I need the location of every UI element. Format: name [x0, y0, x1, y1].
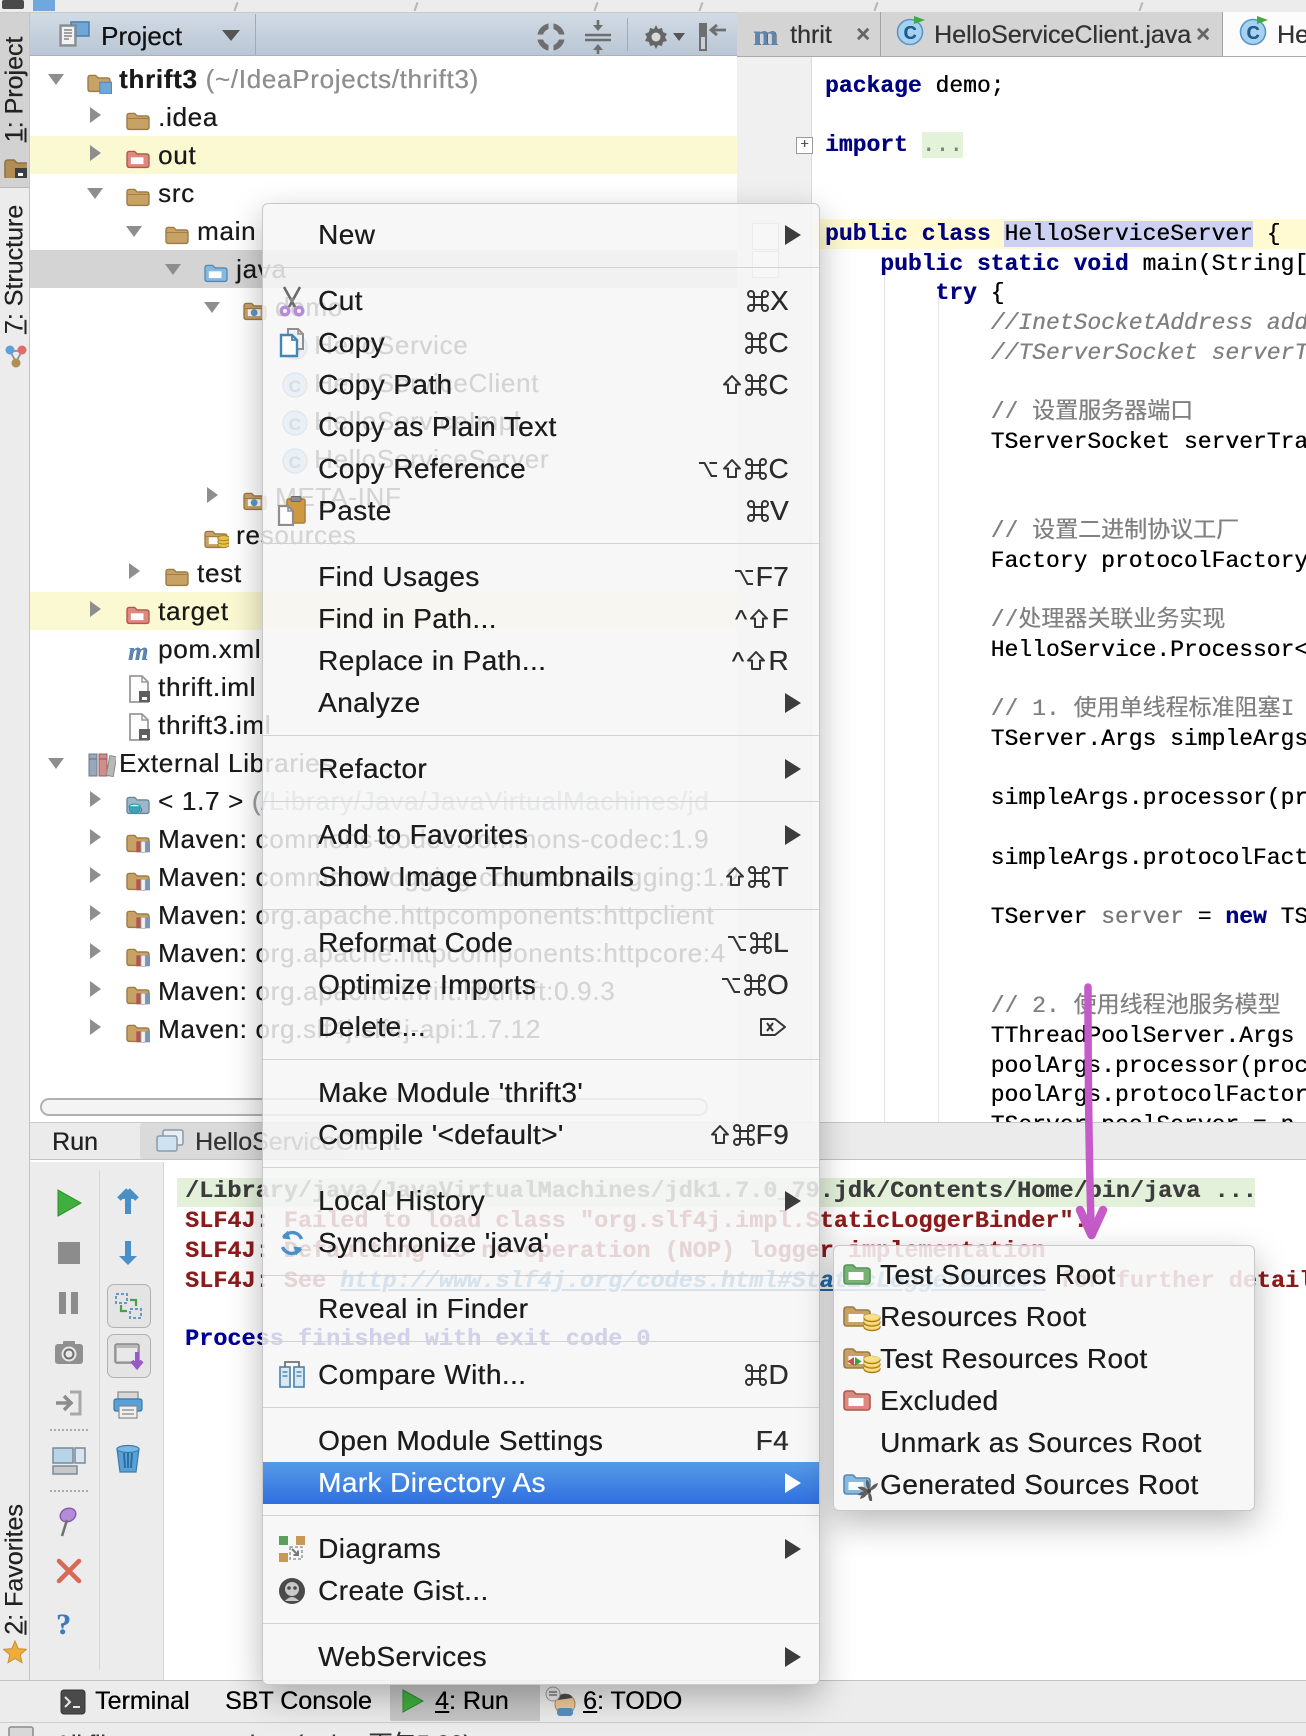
- svg-text:C: C: [1247, 23, 1260, 43]
- svg-text:C: C: [904, 23, 917, 43]
- svg-text:m: m: [128, 638, 149, 664]
- svg-text:m: m: [753, 21, 778, 49]
